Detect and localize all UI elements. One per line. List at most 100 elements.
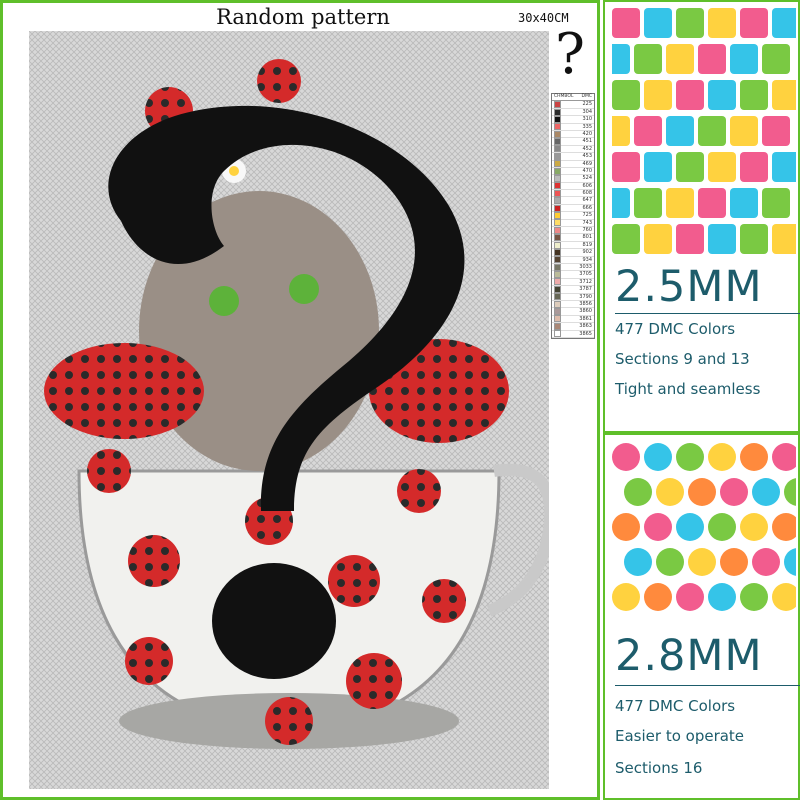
legend-dmc-code: 3787 (579, 286, 592, 293)
offer-sections: Sections 9 and 13 (615, 350, 750, 368)
square-drill (772, 224, 796, 254)
legend-symbol-swatch (554, 138, 561, 146)
legend-dmc-code: 608 (582, 190, 592, 197)
square-drill (730, 116, 758, 146)
round-drill (708, 443, 736, 471)
round-drill (720, 478, 748, 506)
color-legend: CHMBOL DMC 225 304 310 335 420 451 452 453 469 47… (551, 93, 595, 339)
round-drill (772, 583, 796, 611)
legend-dmc-code: 3033 (579, 264, 592, 270)
square-drill (730, 188, 758, 218)
square-drill (612, 224, 640, 254)
legend-symbol-swatch (554, 211, 561, 219)
legend-dmc-code: 725 (582, 212, 592, 219)
legend-symbol-swatch (554, 101, 561, 109)
round-drill (644, 513, 672, 541)
square-drill (612, 44, 630, 74)
round-drill (624, 478, 652, 506)
legend-symbol-swatch (554, 226, 561, 234)
legend-symbol-swatch (554, 175, 561, 183)
offer-divider (615, 313, 800, 314)
ladybug-icon (125, 637, 173, 685)
offer-sections: Sections 16 (615, 759, 703, 777)
legend-symbol-swatch (554, 167, 561, 175)
square-drill (708, 8, 736, 38)
ladybug-icon (397, 469, 441, 513)
legend-dmc-code: 3856 (579, 300, 592, 307)
square-drill (676, 8, 704, 38)
cat-eye-icon (289, 274, 319, 304)
legend-symbol-swatch (554, 285, 561, 293)
square-drill (772, 8, 796, 38)
cat-eye-icon (209, 286, 239, 316)
round-drill (740, 583, 768, 611)
legend-symbol-swatch (554, 256, 561, 264)
offer-feature: Tight and seamless (615, 380, 761, 398)
legend-dmc-code: 453 (582, 153, 592, 160)
legend-symbol-swatch (554, 330, 561, 338)
legend-rows: 225 304 310 335 420 451 452 453 469 470 524 606 608 6… (552, 101, 594, 338)
square-drill (676, 80, 704, 110)
square-drill (644, 152, 672, 182)
legend-symbol-swatch (554, 160, 561, 168)
legend-dmc-code: 647 (582, 197, 592, 204)
square-drill (612, 80, 640, 110)
offer-colors: 477 DMC Colors (615, 697, 736, 715)
question-mark-dot-icon (212, 563, 336, 679)
legend-dmc-code: 451 (582, 138, 592, 145)
legend-row: 3865 (552, 330, 594, 338)
legend-symbol-swatch (554, 241, 561, 249)
ladybug-icon (44, 343, 204, 439)
legend-symbol-swatch (554, 234, 561, 242)
mystery-question-mark: ? (555, 22, 586, 87)
ladybug-icon (257, 59, 301, 103)
legend-symbol-swatch (554, 123, 561, 131)
legend-symbol-swatch (554, 315, 561, 323)
square-drills-photo (612, 8, 796, 254)
legend-dmc-code: 304 (582, 108, 592, 115)
round-drill (772, 513, 796, 541)
square-drill (740, 224, 768, 254)
square-drill (644, 224, 672, 254)
legend-dmc-code: 335 (582, 123, 592, 130)
legend-dmc-code: 469 (582, 160, 592, 167)
legend-symbol-swatch (554, 189, 561, 197)
legend-symbol-swatch (554, 152, 561, 160)
pattern-title: Random pattern (216, 5, 390, 29)
legend-symbol-swatch (554, 219, 561, 227)
ladybug-icon (87, 449, 131, 493)
legend-dmc-code: 606 (582, 182, 592, 189)
legend-dmc-code: 760 (582, 227, 592, 234)
legend-symbol-swatch (554, 293, 561, 301)
round-drill (708, 583, 736, 611)
square-drill (740, 8, 768, 38)
legend-symbol-swatch (554, 322, 561, 330)
square-drill (708, 224, 736, 254)
legend-symbol-swatch (554, 204, 561, 212)
square-drill (708, 80, 736, 110)
square-drill (698, 188, 726, 218)
square-drill (762, 44, 790, 74)
round-drill (644, 583, 672, 611)
legend-dmc-code: 801 (582, 234, 592, 241)
round-drill (688, 548, 716, 576)
square-drill (644, 80, 672, 110)
square-drill (666, 44, 694, 74)
square-drill (612, 152, 640, 182)
legend-dmc-code: 310 (582, 116, 592, 123)
legend-dmc-code: 743 (582, 219, 592, 226)
legend-symbol-swatch (554, 248, 561, 256)
round-drill (612, 583, 640, 611)
legend-dmc-code: 902 (582, 249, 592, 256)
square-drill (676, 152, 704, 182)
pattern-panel: Random pattern 30x40CM ? CHMBOL DMC 225 … (0, 0, 600, 800)
round-drill (612, 513, 640, 541)
legend-dmc-code: 452 (582, 145, 592, 152)
ladybug-icon (346, 653, 402, 709)
round-drill (656, 548, 684, 576)
legend-dmc-code: 3705 (579, 271, 592, 278)
round-drill (772, 443, 796, 471)
legend-dmc-code: 470 (582, 167, 592, 174)
ladybug-icon (328, 555, 380, 607)
round-drill (752, 478, 780, 506)
